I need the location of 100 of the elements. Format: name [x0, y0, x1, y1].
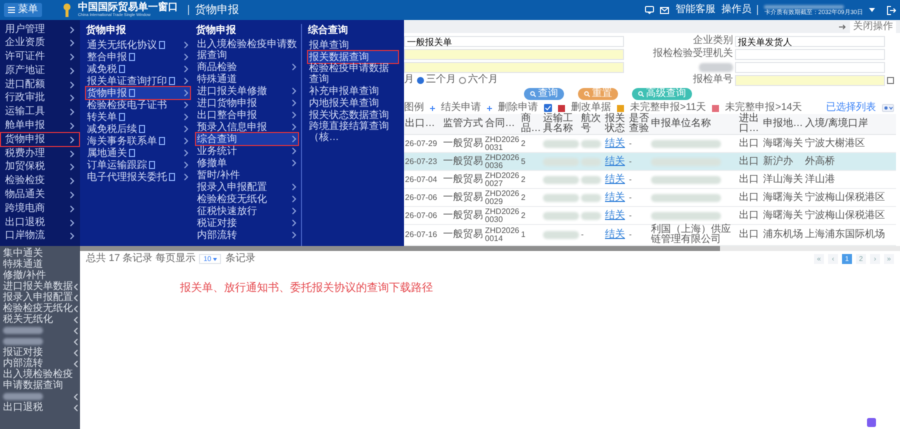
menu-item[interactable]: 出入境检验检疫申请数据查询 [196, 39, 298, 61]
sidebar-item[interactable]: 口岸物流 [1, 230, 79, 243]
menu-item[interactable]: 转关单 [86, 111, 190, 123]
menu-item[interactable]: 报录入申报配置 [196, 181, 298, 193]
table-cell-text: 出口 [739, 138, 760, 148]
input-field[interactable]: 报关单发货人 [735, 36, 885, 46]
menu-item[interactable]: 暂时/补件 [196, 169, 298, 181]
sidebar-subitem[interactable]: 内部流转 [3, 358, 43, 369]
blurred-text [3, 393, 43, 400]
table-cell: 一般贸易 [443, 210, 483, 220]
sidebar-subitem[interactable]: 出口退税 [3, 402, 43, 413]
input-field[interactable]: 一般报关单 [404, 36, 624, 46]
sidebar-subitem[interactable]: 特殊通道 [3, 259, 43, 270]
checkbox[interactable] [887, 76, 894, 84]
table-cell: ZHD2026 0014 [485, 227, 517, 243]
logo-title: 中国国际贸易单一窗口 [78, 3, 178, 13]
sidebar-item[interactable]: 物品通关 [1, 188, 79, 202]
status-link[interactable]: 结关 [605, 230, 625, 240]
menu-item[interactable]: 跨境直接结算查询（核… [308, 121, 398, 143]
legend-link[interactable]: 结关申请 [441, 103, 481, 113]
menu-item[interactable]: 减免税后续 [86, 123, 190, 135]
sidebar-subitem[interactable]: 税关无纸化 [3, 314, 53, 325]
menu-item[interactable]: 报关单证查询打印 [86, 75, 190, 87]
menu-item[interactable]: 进口货物申报 [196, 97, 298, 109]
sidebar-item[interactable]: 进口配额 [1, 78, 79, 92]
sidebar-subitem[interactable]: 检验检疫无纸化 [3, 303, 73, 314]
menu-item[interactable]: 报关数据查询 [308, 51, 398, 63]
radio-option[interactable]: 六个月 [459, 75, 498, 85]
service-link[interactable]: 智能客服 [675, 5, 716, 15]
caret-icon [213, 258, 218, 260]
menu-item[interactable]: 电子代理报关委托 [86, 171, 190, 183]
close-tab-button[interactable]: 关闭操作 [850, 20, 896, 32]
status-link[interactable]: 结关 [605, 174, 625, 184]
legend-link[interactable]: 删除申请 [498, 103, 538, 113]
menu-item[interactable]: 出口整合申报 [196, 109, 298, 121]
menu-item[interactable]: 报关状态数据查询 [308, 109, 398, 121]
input-field[interactable] [404, 48, 624, 60]
menu-item[interactable]: 整合申报 [86, 51, 190, 63]
menu-item[interactable]: 修撤单 [196, 157, 298, 169]
menu-item[interactable]: 检验检疫无纸化 [196, 193, 298, 205]
sidebar-item[interactable]: 原产地证 [1, 64, 79, 78]
status-link[interactable]: 结关 [605, 138, 625, 148]
sidebar-item[interactable]: 运输工具 [1, 106, 79, 119]
document-icon [149, 161, 155, 169]
menu-item[interactable]: 内地报关单查询 [308, 97, 398, 109]
table-cell-text: 出口 [739, 230, 760, 240]
menu-item[interactable]: 订单运输跟踪 [86, 159, 190, 171]
input-field[interactable] [735, 48, 885, 60]
status-link[interactable]: 结关 [605, 192, 625, 202]
menu-item[interactable]: 业务统计 [196, 145, 298, 157]
radio-option[interactable]: 三个月 [417, 75, 456, 85]
table-cell-text: - [629, 138, 633, 150]
sidebar-subitem[interactable]: 集中通关 [3, 248, 43, 259]
sidebar-item[interactable]: 加贸保税 [1, 160, 79, 174]
plus-icon [430, 106, 435, 110]
menu-item[interactable]: 征税快速放行 [196, 205, 298, 217]
sidebar-subitem[interactable]: 报证对接 [3, 347, 43, 358]
sidebar-item[interactable]: 行政审批 [1, 92, 79, 105]
sidebar-item[interactable]: 许可证件 [1, 50, 79, 64]
table-cell-text: 出口 [739, 174, 760, 184]
menu-item[interactable]: 属地通关 [86, 147, 190, 159]
table-cell-text: 出口 [739, 210, 760, 220]
sidebar-item[interactable]: 检验检疫 [1, 174, 79, 188]
blurred-text [699, 62, 733, 72]
input-field[interactable] [735, 62, 885, 72]
sidebar-item[interactable]: 企业资质 [1, 36, 79, 50]
selected-list-link[interactable]: 已选择列表 [826, 103, 876, 113]
menu-item[interactable]: 预录入信息申报 [196, 121, 298, 133]
menu-item[interactable]: 检验检疫电子证书 [86, 99, 190, 111]
sidebar-subitem[interactable]: 报录入申报配置 [3, 292, 73, 303]
menu-item[interactable]: 内部流转 [196, 229, 298, 241]
menu-item[interactable]: 综合查询 [196, 133, 298, 145]
sidebar-item[interactable]: 出口退税 [1, 216, 79, 230]
sidebar-item[interactable]: 舱单申报 [1, 120, 79, 133]
operator-link[interactable]: 操作员 [721, 5, 752, 15]
menu-item[interactable]: 通关无纸化协议 [86, 39, 190, 51]
menu-item[interactable]: 报单查询 [308, 39, 398, 51]
sidebar-item[interactable]: 货物申报 [1, 133, 79, 146]
input-field[interactable] [735, 74, 885, 86]
menu-item[interactable]: 检验检疫申请数据查询 [308, 63, 398, 85]
scrollbar-thumb[interactable] [80, 246, 720, 251]
sidebar-subitem[interactable]: 进口报关单数据 [3, 281, 73, 292]
table-cell-text: - [629, 210, 633, 222]
menu-item[interactable]: 进口报关单修撤 [196, 85, 298, 97]
menu-item[interactable]: 税证对接 [196, 217, 298, 229]
input-field[interactable] [404, 62, 624, 72]
sidebar-item[interactable]: 用户管理 [1, 23, 79, 36]
menu-item[interactable]: 海关事务联系单 [86, 135, 190, 147]
menu-button[interactable]: 菜单 [4, 3, 42, 17]
sidebar-item[interactable]: 税费办理 [1, 147, 79, 160]
menu-item[interactable]: 减免税 [86, 63, 190, 75]
status-link[interactable]: 结关 [605, 210, 625, 220]
menu-item[interactable]: 特殊通道 [196, 73, 298, 85]
menu-item[interactable]: 补充申报单查询 [308, 85, 398, 97]
sidebar-item[interactable]: 跨境电商 [1, 202, 79, 216]
blurred-text [581, 212, 601, 220]
sidebar-subitem[interactable]: 修撤/补件 [3, 270, 46, 281]
menu-item[interactable]: 商品检验 [196, 61, 298, 73]
menu-item[interactable]: 货物申报 [86, 87, 190, 99]
sidebar-subitem[interactable]: 出入境检验检疫申请数据查询 [3, 369, 79, 391]
